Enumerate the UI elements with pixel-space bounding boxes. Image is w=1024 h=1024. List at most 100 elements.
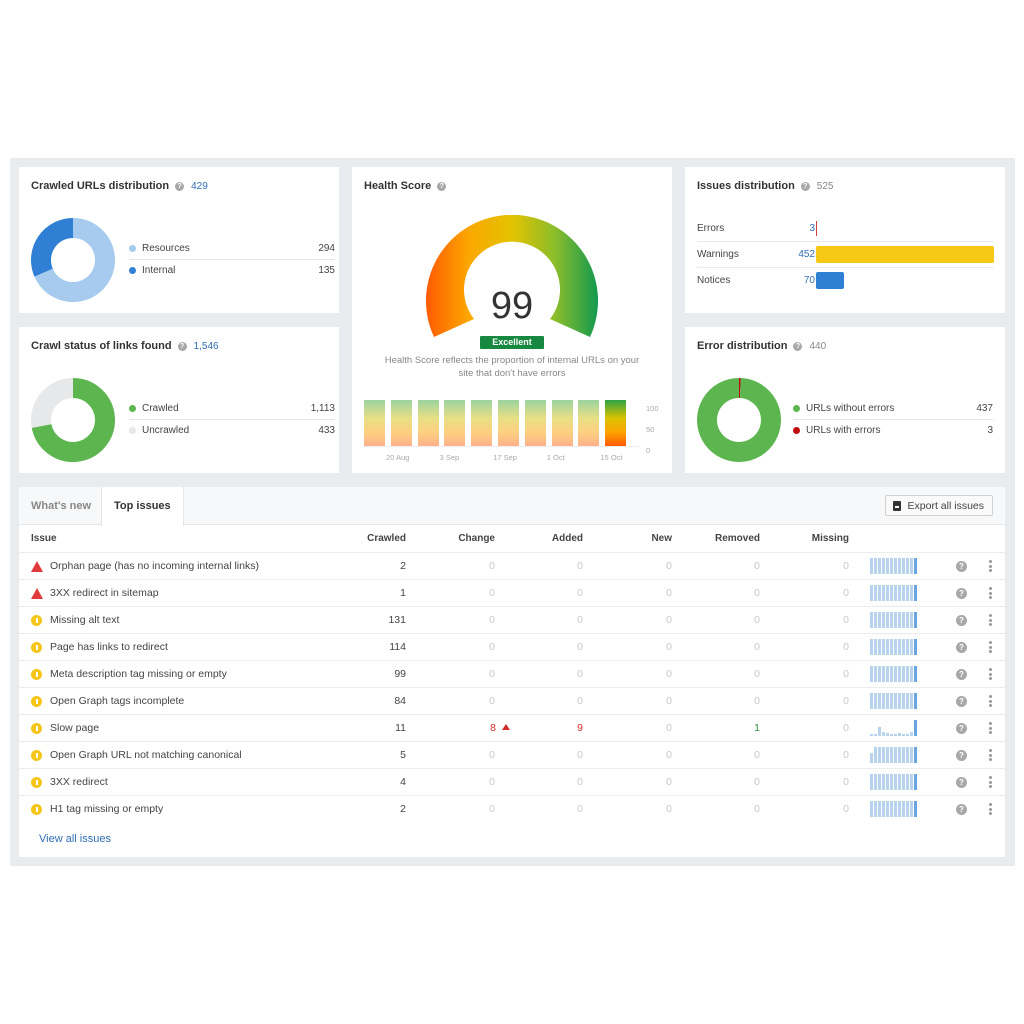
crawled-cell[interactable]: 2 bbox=[400, 803, 406, 815]
issues-distribution-row[interactable]: Errors 3 bbox=[697, 216, 993, 241]
legend-item-internal[interactable]: Internal 135 bbox=[129, 259, 335, 281]
issue-name[interactable]: Slow page bbox=[50, 722, 99, 734]
trend-sparkline[interactable] bbox=[870, 612, 918, 628]
crawled-cell[interactable]: 84 bbox=[394, 695, 406, 707]
issue-name[interactable]: Meta description tag missing or empty bbox=[50, 668, 227, 680]
issue-cell[interactable]: Open Graph URL not matching canonical bbox=[31, 749, 242, 761]
kebab-menu-icon[interactable] bbox=[989, 641, 992, 653]
table-row[interactable]: Orphan page (has no incoming internal li… bbox=[19, 552, 1005, 579]
question-circle-icon[interactable]: ? bbox=[956, 668, 967, 680]
table-row[interactable]: Slow page 11 8 9 0 1 0? bbox=[19, 714, 1005, 741]
trend-sparkline[interactable] bbox=[870, 801, 918, 817]
health-history-bar[interactable] bbox=[471, 400, 493, 446]
kebab-menu-icon[interactable] bbox=[989, 776, 992, 788]
donut-slice[interactable] bbox=[697, 378, 781, 462]
table-row[interactable]: Missing alt text 131 0 0 0 0 0? bbox=[19, 606, 1005, 633]
legend-item-resources[interactable]: Resources 294 bbox=[129, 237, 335, 259]
issue-cell[interactable]: Page has links to redirect bbox=[31, 641, 168, 653]
issue-name[interactable]: Page has links to redirect bbox=[50, 641, 168, 653]
legend-item-urls-without-errors[interactable]: URLs without errors 437 bbox=[793, 397, 993, 419]
table-row[interactable]: 3XX redirect in sitemap 1 0 0 0 0 0? bbox=[19, 579, 1005, 606]
issue-cell[interactable]: H1 tag missing or empty bbox=[31, 803, 163, 815]
issue-cell[interactable]: Orphan page (has no incoming internal li… bbox=[31, 560, 259, 572]
trend-sparkline[interactable] bbox=[870, 774, 918, 790]
trend-sparkline[interactable] bbox=[870, 585, 918, 601]
kebab-menu-icon[interactable] bbox=[989, 587, 992, 599]
question-circle-icon[interactable]: ? bbox=[956, 587, 967, 599]
row-count[interactable]: 70 bbox=[757, 275, 815, 286]
trend-sparkline[interactable] bbox=[870, 747, 918, 763]
help-icon[interactable]: ? bbox=[175, 181, 185, 191]
table-row[interactable]: 3XX redirect 4 0 0 0 0 0? bbox=[19, 768, 1005, 795]
legend-item-urls-with-errors[interactable]: URLs with errors 3 bbox=[793, 419, 993, 441]
view-all-issues-link[interactable]: View all issues bbox=[39, 833, 111, 845]
kebab-menu-icon[interactable] bbox=[989, 695, 992, 707]
question-circle-icon[interactable]: ? bbox=[956, 722, 967, 734]
table-row[interactable]: Page has links to redirect 114 0 0 0 0 0? bbox=[19, 633, 1005, 660]
issue-name[interactable]: 3XX redirect in sitemap bbox=[50, 587, 159, 599]
help-icon[interactable]: ? bbox=[177, 341, 187, 351]
issue-cell[interactable]: 3XX redirect in sitemap bbox=[31, 587, 159, 599]
kebab-menu-icon[interactable] bbox=[989, 560, 992, 572]
issue-name[interactable]: Open Graph tags incomplete bbox=[50, 695, 184, 707]
health-history-bar[interactable] bbox=[364, 400, 385, 446]
tab-top-issues[interactable]: Top issues bbox=[101, 487, 184, 526]
help-icon[interactable]: ? bbox=[800, 181, 810, 191]
row-count[interactable]: 452 bbox=[757, 249, 815, 260]
trend-sparkline[interactable] bbox=[870, 720, 918, 736]
donut-slice[interactable] bbox=[31, 378, 74, 428]
kebab-menu-icon[interactable] bbox=[989, 722, 992, 734]
column-header-missing[interactable]: Missing bbox=[812, 533, 849, 544]
issue-name[interactable]: Open Graph URL not matching canonical bbox=[50, 749, 242, 761]
trend-sparkline[interactable] bbox=[870, 639, 918, 655]
kebab-menu-icon[interactable] bbox=[989, 614, 992, 626]
help-icon[interactable]: ? bbox=[793, 341, 803, 351]
health-history-bar[interactable] bbox=[578, 400, 600, 446]
column-header-new[interactable]: New bbox=[651, 533, 672, 544]
kebab-menu-icon[interactable] bbox=[989, 668, 992, 680]
issues-distribution-row[interactable]: Warnings 452 bbox=[697, 241, 994, 266]
issue-cell[interactable]: Meta description tag missing or empty bbox=[31, 668, 227, 680]
kebab-menu-icon[interactable] bbox=[989, 803, 992, 815]
table-row[interactable]: H1 tag missing or empty 2 0 0 0 0 0? bbox=[19, 795, 1005, 822]
export-all-issues-button[interactable]: Export all issues bbox=[884, 495, 993, 516]
issue-cell[interactable]: Missing alt text bbox=[31, 614, 119, 626]
health-history-bar[interactable] bbox=[417, 400, 439, 446]
crawled-cell[interactable]: 99 bbox=[394, 668, 406, 680]
issue-cell[interactable]: Slow page bbox=[31, 722, 99, 734]
question-circle-icon[interactable]: ? bbox=[956, 695, 967, 707]
issue-cell[interactable]: 3XX redirect bbox=[31, 776, 108, 788]
table-row[interactable]: Open Graph tags incomplete 84 0 0 0 0 0? bbox=[19, 687, 1005, 714]
question-circle-icon[interactable]: ? bbox=[956, 641, 967, 653]
crawled-urls-total[interactable]: 429 bbox=[191, 181, 208, 192]
issue-name[interactable]: Orphan page (has no incoming internal li… bbox=[50, 560, 259, 572]
health-history-bar[interactable] bbox=[444, 400, 466, 446]
column-header-added[interactable]: Added bbox=[552, 533, 583, 544]
crawled-cell[interactable]: 2 bbox=[400, 560, 406, 572]
crawled-cell[interactable]: 4 bbox=[400, 776, 406, 788]
health-history-bar[interactable] bbox=[390, 400, 412, 446]
tab-whats-new[interactable]: What's new bbox=[19, 487, 103, 525]
crawled-cell[interactable]: 11 bbox=[395, 722, 406, 734]
kebab-menu-icon[interactable] bbox=[989, 749, 992, 761]
help-icon[interactable]: ? bbox=[437, 181, 447, 191]
column-header-removed[interactable]: Removed bbox=[715, 533, 760, 544]
crawled-cell[interactable]: 5 bbox=[400, 749, 406, 761]
trend-sparkline[interactable] bbox=[870, 693, 918, 709]
health-history-bar[interactable] bbox=[551, 400, 573, 446]
issue-name[interactable]: Missing alt text bbox=[50, 614, 119, 626]
issues-distribution-row[interactable]: Notices 70 bbox=[697, 267, 993, 292]
trend-sparkline[interactable] bbox=[870, 666, 918, 682]
legend-item-uncrawled[interactable]: Uncrawled 433 bbox=[129, 419, 335, 441]
crawled-cell[interactable]: 114 bbox=[389, 641, 406, 653]
question-circle-icon[interactable]: ? bbox=[956, 803, 967, 815]
question-circle-icon[interactable]: ? bbox=[956, 560, 967, 572]
question-circle-icon[interactable]: ? bbox=[956, 776, 967, 788]
issue-name[interactable]: 3XX redirect bbox=[50, 776, 108, 788]
question-circle-icon[interactable]: ? bbox=[956, 749, 967, 761]
question-circle-icon[interactable]: ? bbox=[956, 614, 967, 626]
issue-name[interactable]: H1 tag missing or empty bbox=[50, 803, 163, 815]
health-history-bar[interactable] bbox=[524, 400, 546, 446]
crawl-status-total[interactable]: 1,546 bbox=[194, 341, 219, 352]
health-history-bar[interactable] bbox=[605, 400, 627, 446]
